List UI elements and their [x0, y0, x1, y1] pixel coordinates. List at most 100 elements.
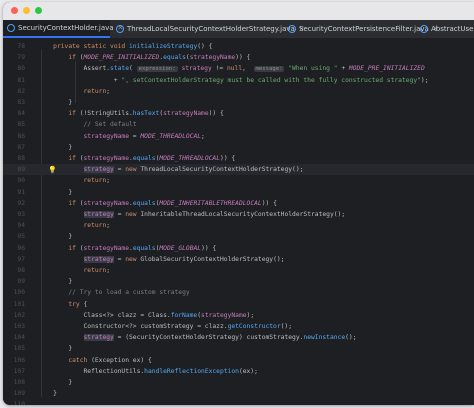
code-line[interactable]: 87 } [3, 142, 474, 153]
code-line[interactable]: 109 } [3, 388, 474, 399]
code-line[interactable]: 106 catch (Exception ex) { [3, 355, 474, 366]
line-number[interactable]: 87 [3, 142, 25, 153]
line-number[interactable]: 98 [3, 265, 25, 276]
code-line[interactable]: 95 } [3, 231, 474, 242]
code-token: } [38, 99, 73, 106]
line-number[interactable]: 91 [3, 187, 25, 198]
line-number[interactable]: 97 [3, 254, 25, 265]
tab-securitycontextpersistencefilter[interactable]: SecurityContextPersistenceFilter.java ✕ [284, 20, 439, 38]
code-line[interactable]: 103 Constructor<?> customStrategy = claz… [3, 321, 474, 332]
close-window-button[interactable] [11, 7, 18, 14]
line-number[interactable]: 80 [3, 63, 25, 74]
code-token: = [113, 166, 126, 174]
line-number[interactable]: 88 [3, 153, 25, 164]
line-number[interactable]: 82 [3, 86, 25, 97]
code-line[interactable]: 90 return; [3, 175, 474, 186]
line-number[interactable]: 78 [3, 41, 25, 52]
line-number[interactable]: 96 [3, 243, 25, 254]
code-line[interactable]: 96 if (strategyName.equals(MODE_GLOBAL))… [3, 243, 474, 254]
code-line[interactable]: 88 if (strategyName.equals(MODE_THREADLO… [3, 153, 474, 164]
line-number[interactable]: 108 [3, 377, 25, 388]
code-token: (); [280, 323, 293, 330]
code-line[interactable]: 89 💡 strategy = new ThreadLocalSecurityCo… [3, 164, 474, 176]
code-line[interactable]: 108 } [3, 377, 474, 388]
code-line[interactable]: 105 } [3, 343, 474, 354]
code-token: equals [163, 54, 186, 62]
code-line[interactable]: 99 } [3, 276, 474, 287]
line-number[interactable]: 106 [3, 355, 25, 366]
line-number[interactable]: 100 [3, 287, 25, 298]
code-line[interactable]: 81 + ", setContextHolderStrategy must be… [3, 75, 474, 86]
code-text: strategy = new GlobalSecurityContextHold… [38, 254, 284, 265]
line-number[interactable]: 81 [3, 75, 25, 86]
tab-threadlocalsecuritycontextholderstrategy[interactable]: ThreadLocalSecurityContextHolderStrategy… [112, 20, 305, 38]
line-number[interactable]: 101 [3, 299, 25, 310]
code-line[interactable]: 78 private static void initializeStrateg… [3, 41, 474, 52]
line-number[interactable]: 104 [3, 332, 25, 343]
code-editor[interactable]: 78 private static void initializeStrateg… [3, 39, 474, 405]
code-line[interactable]: 102 Class<?> clazz = Class.forName(strat… [3, 310, 474, 321]
line-number[interactable]: 90 [3, 175, 25, 186]
line-number[interactable]: 85 [3, 119, 25, 130]
code-text: ReflectionUtils.handleReflectionExceptio… [38, 366, 257, 377]
code-line[interactable]: 79 if (MODE_PRE_INITIALIZED.equals(strat… [3, 52, 474, 63]
line-number[interactable]: 92 [3, 198, 25, 209]
line-number[interactable]: 84 [3, 108, 25, 119]
code-text: if (strategyName.equals(MODE_INHERITABLE… [38, 198, 277, 209]
tab-securitycontextholder[interactable]: SecurityContextHolder.java ✕ [3, 20, 123, 38]
code-line[interactable]: 94 return; [3, 220, 474, 231]
line-number[interactable]: 89 [3, 164, 25, 175]
code-line[interactable]: 104 strategy = (SecurityContextHolderStr… [3, 332, 474, 343]
code-token: if [68, 54, 80, 62]
line-number[interactable]: 94 [3, 220, 25, 231]
line-number[interactable]: 83 [3, 97, 25, 108]
code-line[interactable]: 110 [3, 399, 474, 405]
line-number[interactable]: 102 [3, 310, 25, 321]
code-token: } [38, 379, 73, 386]
code-line[interactable]: 83 } [3, 97, 474, 108]
code-line[interactable]: 82 return; [3, 86, 474, 97]
code-line[interactable]: 107 ReflectionUtils.handleReflectionExce… [3, 366, 474, 377]
code-line[interactable]: 91 } [3, 187, 474, 198]
code-token: = [129, 132, 141, 140]
code-line[interactable]: 97 strategy = new GlobalSecurityContextH… [3, 254, 474, 265]
line-number[interactable]: 86 [3, 131, 25, 142]
line-number[interactable]: 110 [3, 399, 25, 405]
code-token: // Set default [83, 121, 137, 129]
zoom-window-button[interactable] [35, 7, 42, 14]
line-number[interactable]: 109 [3, 388, 25, 399]
line-number[interactable]: 79 [3, 52, 25, 63]
line-number[interactable]: 93 [3, 209, 25, 220]
code-token: equals [132, 155, 156, 162]
code-line[interactable]: 92 if (strategyName.equals(MODE_INHERITA… [3, 198, 474, 209]
code-line[interactable]: 100 // Try to load a custom strategy [3, 287, 474, 298]
line-number[interactable]: 95 [3, 231, 25, 242]
code-token: return [83, 177, 107, 185]
minimize-window-button[interactable] [23, 7, 30, 14]
line-number[interactable]: 105 [3, 343, 25, 354]
code-token: Class<?> clazz = Class. [38, 311, 171, 319]
code-line[interactable]: 86 strategyName = MODE_THREADLOCAL; [3, 131, 474, 142]
line-number[interactable]: 107 [3, 366, 25, 377]
code-line[interactable]: 93 strategy = new InheritableThreadLocal… [3, 209, 474, 220]
code-token: )) { [261, 199, 277, 207]
code-token: return [83, 267, 107, 274]
code-line[interactable]: 98 return; [3, 265, 474, 276]
code-token: strategy [181, 65, 212, 73]
code-line[interactable]: 80 Assert.state( expression: strategy !=… [3, 63, 474, 74]
title-bar [3, 2, 474, 20]
line-number[interactable]: 99 [3, 276, 25, 287]
code-token: ; [106, 222, 111, 230]
line-number[interactable]: 103 [3, 321, 25, 332]
code-token: ); [246, 311, 255, 319]
code-text: strategy = new InheritableThreadLocalSec… [38, 209, 345, 220]
code-line[interactable]: 85 // Set default [3, 119, 474, 130]
tab-abstractuserdetail[interactable]: AbstractUserDetail [416, 20, 474, 38]
code-line[interactable]: 101 try { [3, 299, 474, 310]
code-line[interactable]: 84 if (!StringUtils.hasText(strategyName… [3, 108, 474, 119]
code-token: ; [106, 177, 111, 185]
